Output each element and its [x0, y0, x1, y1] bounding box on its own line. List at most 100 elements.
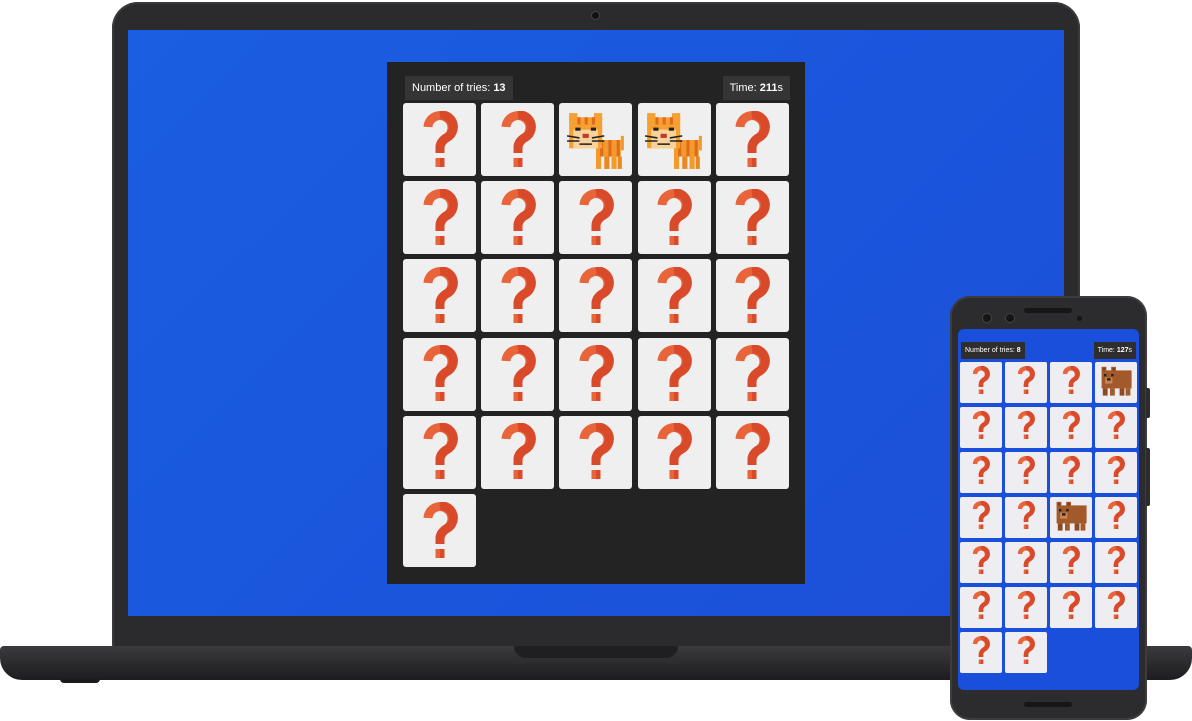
card-face-down[interactable] — [481, 415, 555, 489]
tries-value: 8 — [1016, 347, 1021, 354]
card-face-down[interactable] — [1050, 362, 1092, 403]
card-face-down[interactable] — [715, 337, 789, 411]
tiger-icon — [643, 109, 705, 171]
phone-speaker — [1024, 308, 1072, 313]
card-face-down[interactable] — [559, 337, 633, 411]
card-face-down[interactable] — [403, 337, 476, 411]
card-face-down[interactable] — [1095, 407, 1137, 448]
time-unit: s — [777, 82, 784, 94]
card-face-down[interactable] — [1005, 587, 1047, 628]
tries-counter: Number of tries: 13 — [405, 76, 513, 100]
card-face-down[interactable] — [481, 337, 555, 411]
tries-value: 13 — [493, 82, 506, 94]
card-face-down[interactable] — [559, 181, 633, 255]
question-mark-icon — [1106, 500, 1126, 535]
card-face-down[interactable] — [715, 181, 789, 255]
card-face-down[interactable] — [960, 542, 1002, 583]
card-face-up-bear[interactable] — [1095, 362, 1137, 403]
laptop-notch — [514, 646, 678, 658]
question-mark-icon — [420, 110, 460, 169]
card-face-down[interactable] — [960, 632, 1002, 673]
card-face-up-tiger[interactable] — [637, 103, 711, 176]
phone-chin-speaker — [1024, 702, 1072, 707]
card-face-down[interactable] — [403, 415, 476, 489]
card-face-down[interactable] — [960, 587, 1002, 628]
bear-icon — [1098, 362, 1134, 403]
question-mark-icon — [732, 188, 772, 247]
card-face-down[interactable] — [1095, 542, 1137, 583]
question-mark-icon — [420, 423, 460, 481]
card-face-down[interactable] — [1005, 497, 1047, 538]
tries-label: Number of tries: — [965, 347, 1017, 354]
time-unit: s — [1128, 347, 1133, 354]
question-mark-icon — [1061, 455, 1081, 490]
card-face-up-bear[interactable] — [1050, 497, 1092, 538]
question-mark-icon — [498, 423, 538, 481]
card-face-down[interactable] — [1005, 452, 1047, 493]
card-face-down[interactable] — [559, 259, 633, 333]
phone-camera — [983, 314, 991, 322]
card-face-down[interactable] — [715, 103, 789, 176]
question-mark-icon — [420, 501, 460, 560]
question-mark-icon — [971, 410, 991, 445]
card-face-down[interactable] — [1005, 362, 1047, 403]
question-mark-icon — [971, 590, 991, 625]
card-face-down[interactable] — [481, 103, 555, 176]
card-face-down[interactable] — [637, 337, 711, 411]
card-face-down[interactable] — [1050, 587, 1092, 628]
question-mark-icon — [732, 423, 772, 481]
card-face-down[interactable] — [960, 452, 1002, 493]
card-face-down[interactable] — [1095, 587, 1137, 628]
question-mark-icon — [1106, 455, 1126, 490]
question-mark-icon — [654, 266, 694, 325]
question-mark-icon — [971, 365, 991, 400]
card-face-down[interactable] — [559, 415, 633, 489]
card-face-down[interactable] — [1050, 452, 1092, 493]
card-face-down[interactable] — [960, 407, 1002, 448]
question-mark-icon — [1016, 635, 1036, 670]
card-face-down[interactable] — [1005, 632, 1047, 673]
card-face-down[interactable] — [403, 103, 476, 176]
card-face-down[interactable] — [1050, 407, 1092, 448]
card-face-down[interactable] — [1095, 452, 1137, 493]
card-face-down[interactable] — [637, 259, 711, 333]
card-face-down[interactable] — [481, 181, 555, 255]
phone-screen: Number of tries: 8 Time: 127s — [958, 329, 1139, 690]
card-face-down[interactable] — [960, 362, 1002, 403]
question-mark-icon — [1016, 590, 1036, 625]
card-face-down[interactable] — [481, 259, 555, 333]
question-mark-icon — [1016, 500, 1036, 535]
question-mark-icon — [1106, 590, 1126, 625]
question-mark-icon — [498, 345, 538, 403]
question-mark-icon — [576, 345, 616, 403]
card-face-down[interactable] — [637, 415, 711, 489]
card-face-down[interactable] — [637, 181, 711, 255]
time-label: Time: — [1097, 347, 1117, 354]
card-face-down[interactable] — [1050, 542, 1092, 583]
game-board: Number of tries: 13 Time: 211s — [387, 62, 805, 584]
card-face-up-tiger[interactable] — [559, 103, 633, 176]
question-mark-icon — [1061, 365, 1081, 400]
card-face-down[interactable] — [403, 181, 476, 255]
card-face-down[interactable] — [715, 259, 789, 333]
tiger-icon — [565, 109, 627, 171]
card-face-down[interactable] — [403, 259, 476, 333]
card-face-down[interactable] — [715, 415, 789, 489]
card-face-down[interactable] — [1095, 497, 1137, 538]
card-face-down[interactable] — [960, 497, 1002, 538]
phone-power-button — [1146, 388, 1150, 418]
question-mark-icon — [1061, 410, 1081, 445]
question-mark-icon — [1061, 590, 1081, 625]
question-mark-icon — [498, 110, 538, 169]
question-mark-icon — [732, 110, 772, 169]
time-value: 127 — [1116, 347, 1129, 354]
card-face-down[interactable] — [403, 494, 476, 567]
phone-tries-counter: Number of tries: 8 — [961, 342, 1025, 359]
question-mark-icon — [498, 266, 538, 325]
card-face-down[interactable] — [1005, 407, 1047, 448]
question-mark-icon — [576, 266, 616, 325]
card-face-down[interactable] — [1005, 542, 1047, 583]
question-mark-icon — [498, 188, 538, 247]
question-mark-icon — [971, 455, 991, 490]
question-mark-icon — [1016, 365, 1036, 400]
